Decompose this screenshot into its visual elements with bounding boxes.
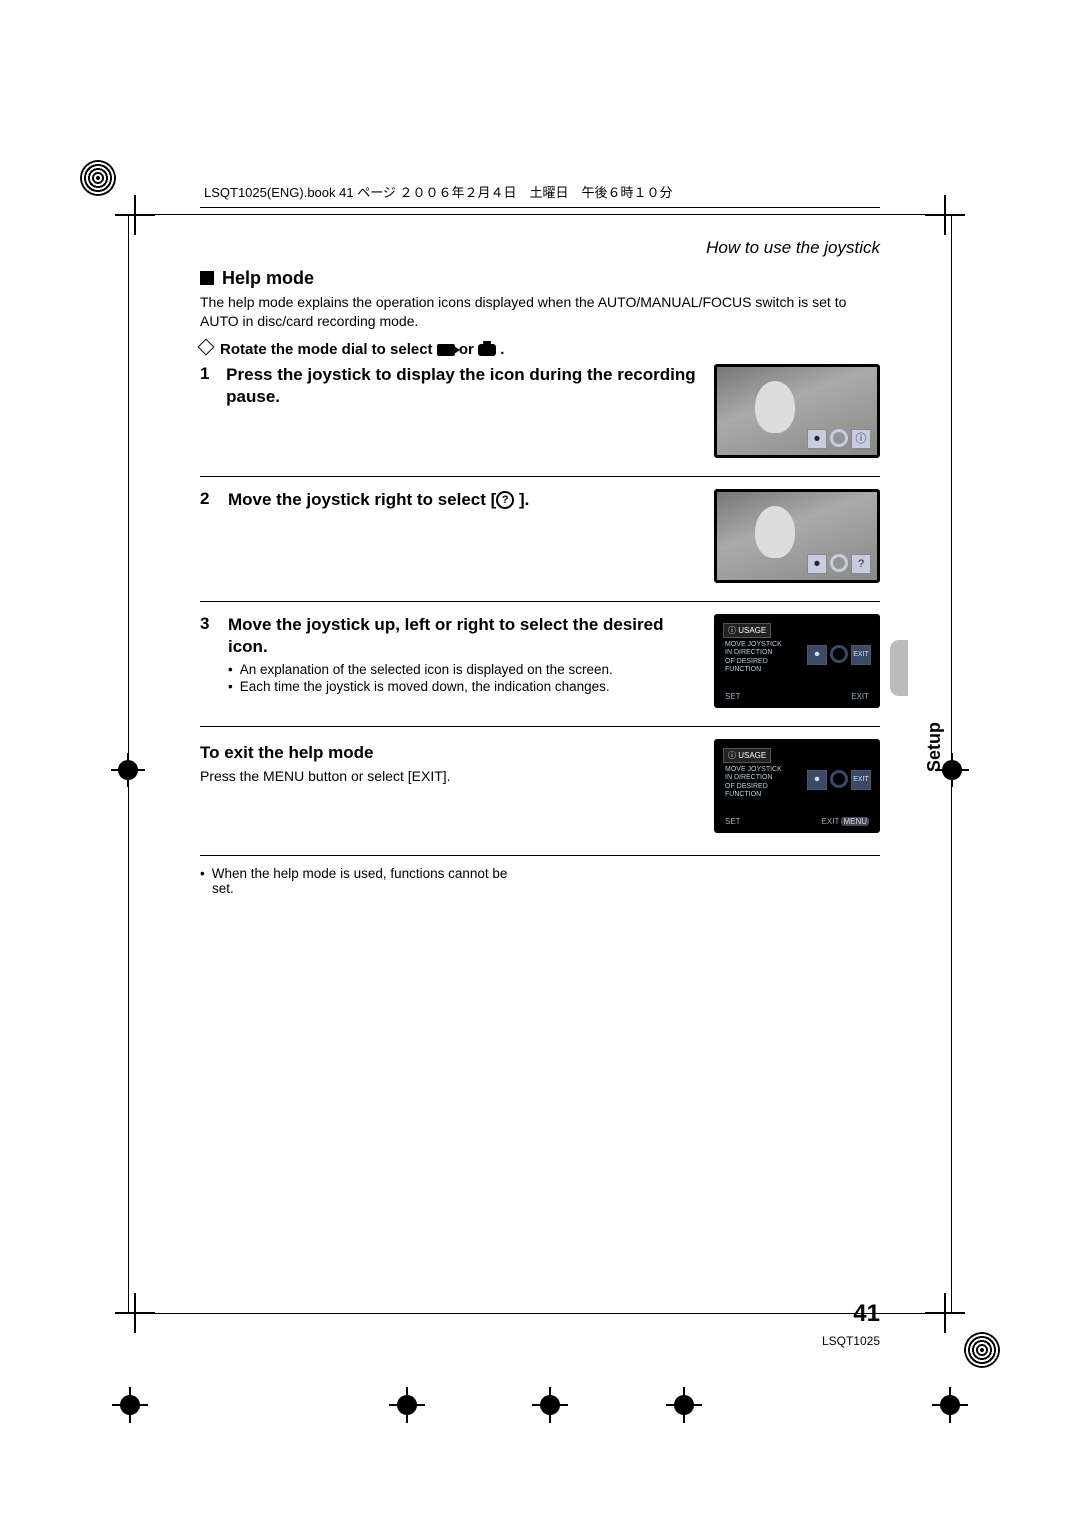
pre-instruction: Rotate the mode dial to select or .	[200, 341, 880, 358]
step-title: Move the joystick up, left or right to s…	[228, 614, 700, 658]
footnote-item: When the help mode is used, functions ca…	[200, 866, 530, 896]
breadcrumb: How to use the joystick	[200, 238, 880, 258]
video-mode-icon	[437, 344, 455, 356]
thumb-icon-exit: EXIT	[851, 770, 871, 790]
pre-instruction-text-a: Rotate the mode dial to select	[220, 341, 437, 358]
square-bullet-icon	[200, 271, 214, 285]
pre-instruction-text-c: .	[500, 341, 504, 358]
section-side-label: Setup	[924, 722, 945, 772]
pre-instruction-text-b: or	[459, 341, 478, 358]
thumb-icon-rec: ⏺	[807, 645, 827, 665]
divider	[200, 855, 880, 856]
thumb-icon-info: ⓘ	[851, 429, 871, 449]
thumb-icon-rec: ⏺	[807, 429, 827, 449]
section-tab	[890, 640, 908, 696]
step-number: 2	[200, 489, 218, 511]
thumb-icon-ring	[830, 429, 848, 447]
help-icon: ?	[496, 491, 514, 509]
step-number: 3	[200, 614, 218, 696]
screenshot-thumb-2: ⏺ ?	[714, 489, 880, 583]
camera-mode-icon	[478, 344, 496, 356]
document-id: LSQT1025	[822, 1334, 880, 1348]
bullet-item: An explanation of the selected icon is d…	[228, 662, 700, 677]
screenshot-thumb-1: ⏺ ⓘ	[714, 364, 880, 458]
screenshot-thumb-4: ⓘ USAGE MOVE JOYSTICK IN DIRECTION OF DE…	[714, 739, 880, 833]
steps-list: 1 Press the joystick to display the icon…	[200, 364, 880, 833]
thumb-icon-ring	[830, 554, 848, 572]
usage-exit-label: EXIT	[822, 817, 840, 826]
registration-cross-tr	[925, 195, 965, 235]
registration-cross-br	[925, 1293, 965, 1333]
registration-dot-left	[118, 760, 138, 780]
section-title-text: Help mode	[222, 268, 314, 288]
page-number: 41	[853, 1300, 880, 1328]
usage-exit-label: EXIT	[851, 692, 869, 701]
registration-radial-tl	[80, 160, 116, 196]
bullet-item: Each time the joystick is moved down, th…	[228, 679, 700, 694]
usage-text: MOVE JOYSTICK IN DIRECTION OF DESIRED FU…	[725, 641, 782, 675]
step-3: 3 Move the joystick up, left or right to…	[200, 601, 880, 708]
section-title: Help mode	[200, 268, 880, 289]
crop-line-bottom	[128, 1313, 952, 1314]
usage-text: MOVE JOYSTICK IN DIRECTION OF DESIRED FU…	[725, 766, 782, 800]
step-number: 1	[200, 364, 216, 408]
page-content: LSQT1025(ENG).book 41 ページ ２００６年２月４日 土曜日 …	[200, 182, 880, 1248]
thumb-icon-rec: ⏺	[807, 770, 827, 790]
section-intro: The help mode explains the operation ico…	[200, 293, 880, 331]
step-title: Press the joystick to display the icon d…	[226, 364, 700, 408]
thumb-icon-ring	[830, 645, 848, 663]
step-bullets: An explanation of the selected icon is d…	[228, 662, 700, 694]
step-title: Move the joystick right to select [? ].	[228, 489, 529, 511]
exit-help-section: To exit the help mode Press the MENU but…	[200, 726, 880, 833]
usage-set-label: SET	[725, 817, 741, 826]
registration-cross-bl	[115, 1293, 155, 1333]
diamond-bullet-icon	[198, 338, 215, 355]
registration-cross-tl	[115, 195, 155, 235]
step-2: 2 Move the joystick right to select [? ]…	[200, 476, 880, 583]
exit-body: Press the MENU button or select [EXIT].	[200, 767, 700, 786]
exit-title: To exit the help mode	[200, 743, 700, 763]
registration-radial-br	[964, 1332, 1000, 1368]
usage-header: ⓘ USAGE	[723, 623, 771, 638]
source-file-line: LSQT1025(ENG).book 41 ページ ２００６年２月４日 土曜日 …	[200, 182, 880, 208]
thumb-icon-help: ?	[851, 554, 871, 574]
usage-header: ⓘ USAGE	[723, 748, 771, 763]
thumb-icon-rec: ⏺	[807, 554, 827, 574]
step-1: 1 Press the joystick to display the icon…	[200, 364, 880, 458]
thumb-icon-exit: EXIT	[851, 645, 871, 665]
screenshot-thumb-3: ⓘ USAGE MOVE JOYSTICK IN DIRECTION OF DE…	[714, 614, 880, 708]
usage-set-label: SET	[725, 692, 741, 701]
usage-exit-menu: MENU	[841, 817, 869, 826]
registration-row-bottom	[120, 1390, 960, 1420]
footnote: When the help mode is used, functions ca…	[200, 866, 530, 896]
thumb-icon-ring	[830, 770, 848, 788]
